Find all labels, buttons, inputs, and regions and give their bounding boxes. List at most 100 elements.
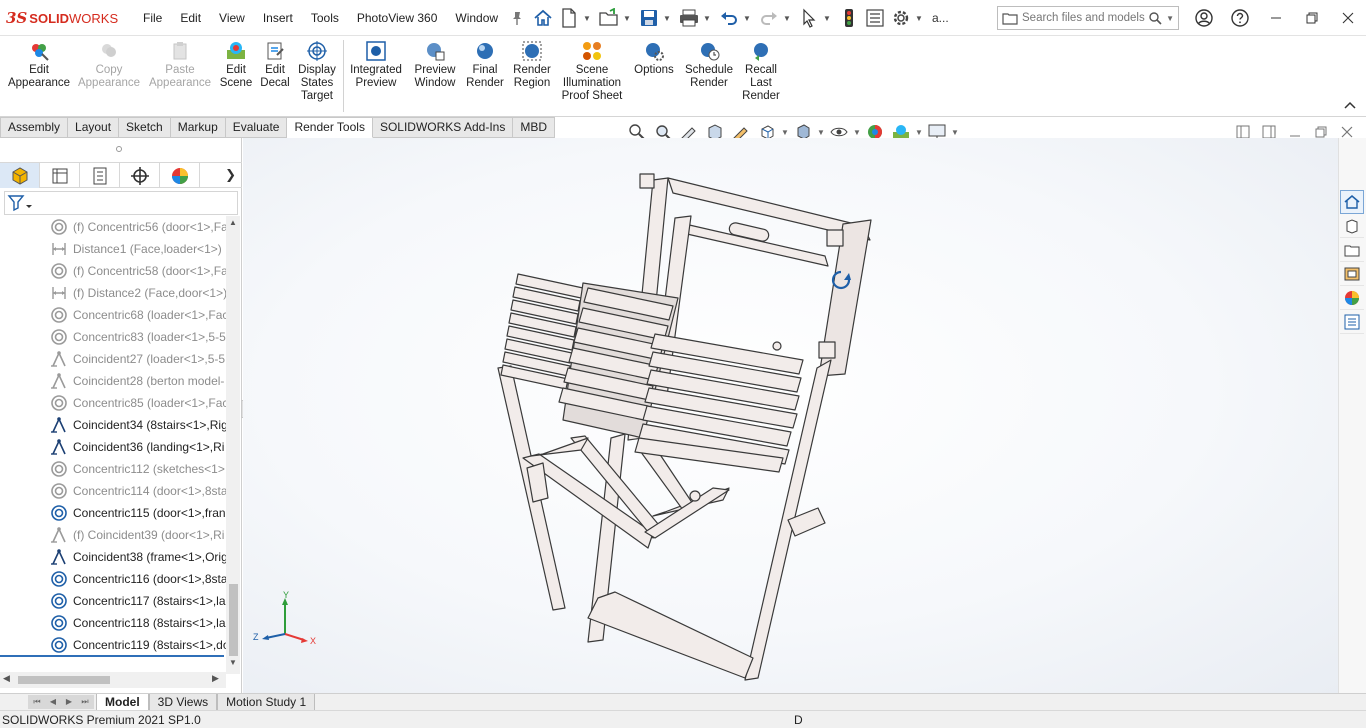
rebuild-button[interactable] — [836, 5, 862, 31]
feature-filter-bar[interactable] — [4, 191, 238, 215]
collapse-ribbon-icon[interactable] — [1344, 100, 1356, 110]
undo-button[interactable] — [716, 5, 742, 31]
tree-item[interactable]: Concentric117 (8stairs<1>,la — [0, 590, 226, 612]
menu-view[interactable]: View — [210, 0, 254, 36]
open-button[interactable] — [596, 5, 622, 31]
search-dropdown[interactable]: ▼ — [1166, 14, 1174, 23]
search-input[interactable]: Search files and models — [1022, 12, 1148, 24]
appearances-scenes-tab[interactable] — [1340, 286, 1364, 310]
tree-item[interactable]: (f) Concentric56 (door<1>,Fa — [0, 216, 226, 238]
options-gear-button[interactable] — [888, 5, 914, 31]
menu-edit[interactable]: Edit — [171, 0, 210, 36]
tab-evaluate[interactable]: Evaluate — [225, 117, 288, 138]
user-profile-button[interactable] — [1186, 5, 1222, 31]
scroll-left-arrow-icon[interactable]: ◀ — [3, 673, 10, 684]
menu-window[interactable]: Window — [446, 0, 507, 36]
design-library-tab[interactable] — [1340, 214, 1364, 238]
scroll-right-arrow-icon[interactable]: ▶ — [212, 673, 219, 684]
view-settings-dropdown[interactable]: ▼ — [950, 128, 960, 137]
panel-splitter-handle[interactable] — [116, 146, 122, 152]
save-dropdown[interactable]: ▼ — [662, 5, 672, 31]
tab-dimxpert-manager[interactable] — [120, 163, 160, 188]
view-palette-tab[interactable] — [1340, 262, 1364, 286]
tree-item[interactable]: (f) Distance2 (Face,door<1>) — [0, 282, 226, 304]
horizontal-scroll-thumb[interactable] — [18, 676, 110, 684]
tree-item[interactable]: Distance1 (Face,loader<1>) — [0, 238, 226, 260]
filter-icon[interactable] — [7, 193, 33, 213]
tree-item[interactable]: Coincident27 (loader<1>,5-5 — [0, 348, 226, 370]
tree-vertical-scrollbar[interactable]: ▲ ▼ — [226, 216, 240, 674]
edit-decal-button[interactable]: Edit Decal — [258, 40, 292, 90]
options-button[interactable]: Options — [630, 40, 678, 77]
apply-scene-dropdown[interactable]: ▼ — [914, 128, 924, 137]
more-tabs-arrow-icon[interactable]: ❯ — [225, 167, 236, 183]
tree-rollback-bar[interactable] — [0, 655, 224, 657]
tab-solidworks-add-ins[interactable]: SOLIDWORKS Add-Ins — [372, 117, 514, 138]
select-button[interactable] — [796, 5, 822, 31]
recall-last-render-button[interactable]: Recall Last Render — [738, 40, 784, 103]
tree-item[interactable]: Concentric115 (door<1>,fran — [0, 502, 226, 524]
tree-item[interactable]: Concentric119 (8stairs<1>,do — [0, 634, 226, 656]
tab-display-manager[interactable] — [160, 163, 200, 188]
tab-sketch[interactable]: Sketch — [119, 117, 171, 138]
tree-horizontal-scrollbar[interactable]: ◀ ▶ — [0, 672, 226, 688]
tree-item[interactable]: Concentric116 (door<1>,8sta — [0, 568, 226, 590]
hide-show-dropdown[interactable]: ▼ — [852, 128, 862, 137]
preview-window-button[interactable]: Preview Window — [410, 40, 460, 90]
edit-appearance-button[interactable]: Edit Appearance — [6, 40, 72, 90]
tree-item[interactable]: Concentric114 (door<1>,8sta — [0, 480, 226, 502]
tab-mbd[interactable]: MBD — [513, 117, 555, 138]
next-tab-arrow-icon[interactable]: ▶ — [62, 695, 76, 709]
view-orientation-dropdown[interactable]: ▼ — [780, 128, 790, 137]
options-dropdown[interactable]: ▼ — [914, 5, 924, 31]
close-button[interactable] — [1330, 5, 1366, 31]
schedule-render-button[interactable]: Schedule Render — [682, 40, 736, 90]
undo-dropdown[interactable]: ▼ — [742, 5, 752, 31]
tree-item[interactable]: Coincident38 (frame<1>,Orig — [0, 546, 226, 568]
tab-property-manager[interactable] — [40, 163, 80, 188]
tab-markup[interactable]: Markup — [170, 117, 226, 138]
tab-motion-study-1[interactable]: Motion Study 1 — [217, 694, 316, 711]
menu-insert[interactable]: Insert — [254, 0, 302, 36]
open-dropdown[interactable]: ▼ — [622, 5, 632, 31]
help-button[interactable] — [1222, 5, 1258, 31]
tree-item[interactable]: Concentric85 (loader<1>,Fac — [0, 392, 226, 414]
tab-3d-views[interactable]: 3D Views — [148, 694, 218, 711]
menu-tools[interactable]: Tools — [302, 0, 348, 36]
new-document-button[interactable] — [556, 5, 582, 31]
scroll-down-arrow-icon[interactable]: ▼ — [226, 656, 240, 670]
folder-search-scope-icon[interactable] — [1002, 11, 1018, 25]
print-dropdown[interactable]: ▼ — [702, 5, 712, 31]
tree-item[interactable]: Coincident28 (berton model- — [0, 370, 226, 392]
tree-item[interactable]: (f) Concentric58 (door<1>,Fa — [0, 260, 226, 282]
tab-render-tools[interactable]: Render Tools — [287, 117, 373, 138]
minimize-button[interactable] — [1258, 5, 1294, 31]
tree-item[interactable]: Concentric68 (loader<1>,Fac — [0, 304, 226, 326]
menu-file[interactable]: File — [134, 0, 171, 36]
tree-item[interactable]: Concentric118 (8stairs<1>,la — [0, 612, 226, 634]
pin-menu-icon[interactable] — [509, 10, 525, 26]
display-style-dropdown[interactable]: ▼ — [816, 128, 826, 137]
tab-layout[interactable]: Layout — [68, 117, 120, 138]
menu-photoview-360[interactable]: PhotoView 360 — [348, 0, 447, 36]
scroll-thumb[interactable] — [229, 584, 238, 656]
integrated-preview-button[interactable]: Integrated Preview — [346, 40, 406, 90]
tab-assembly[interactable]: Assembly — [0, 117, 69, 138]
prev-tab-arrow-icon[interactable]: ◀ — [46, 695, 60, 709]
scene-illumination-proof-sheet-button[interactable]: Scene Illumination Proof Sheet — [558, 40, 626, 103]
tree-item[interactable]: Concentric112 (sketches<1>, — [0, 458, 226, 480]
render-region-button[interactable]: Render Region — [510, 40, 554, 90]
file-properties-button[interactable] — [862, 5, 888, 31]
custom-properties-tab[interactable] — [1340, 310, 1364, 334]
solidworks-logo[interactable]: 3S SOLIDWORKS — [6, 9, 118, 27]
last-tab-arrow-icon[interactable]: ⏭ — [78, 695, 92, 709]
first-tab-arrow-icon[interactable]: ⏮ — [30, 695, 44, 709]
search-icon[interactable] — [1148, 11, 1162, 25]
file-explorer-tab[interactable] — [1340, 238, 1364, 262]
restore-button[interactable] — [1294, 5, 1330, 31]
scroll-up-arrow-icon[interactable]: ▲ — [226, 216, 240, 230]
tree-item[interactable]: Concentric83 (loader<1>,5-5 — [0, 326, 226, 348]
home-button[interactable] — [530, 5, 556, 31]
tab-configuration-manager[interactable] — [80, 163, 120, 188]
select-dropdown[interactable]: ▼ — [822, 5, 832, 31]
